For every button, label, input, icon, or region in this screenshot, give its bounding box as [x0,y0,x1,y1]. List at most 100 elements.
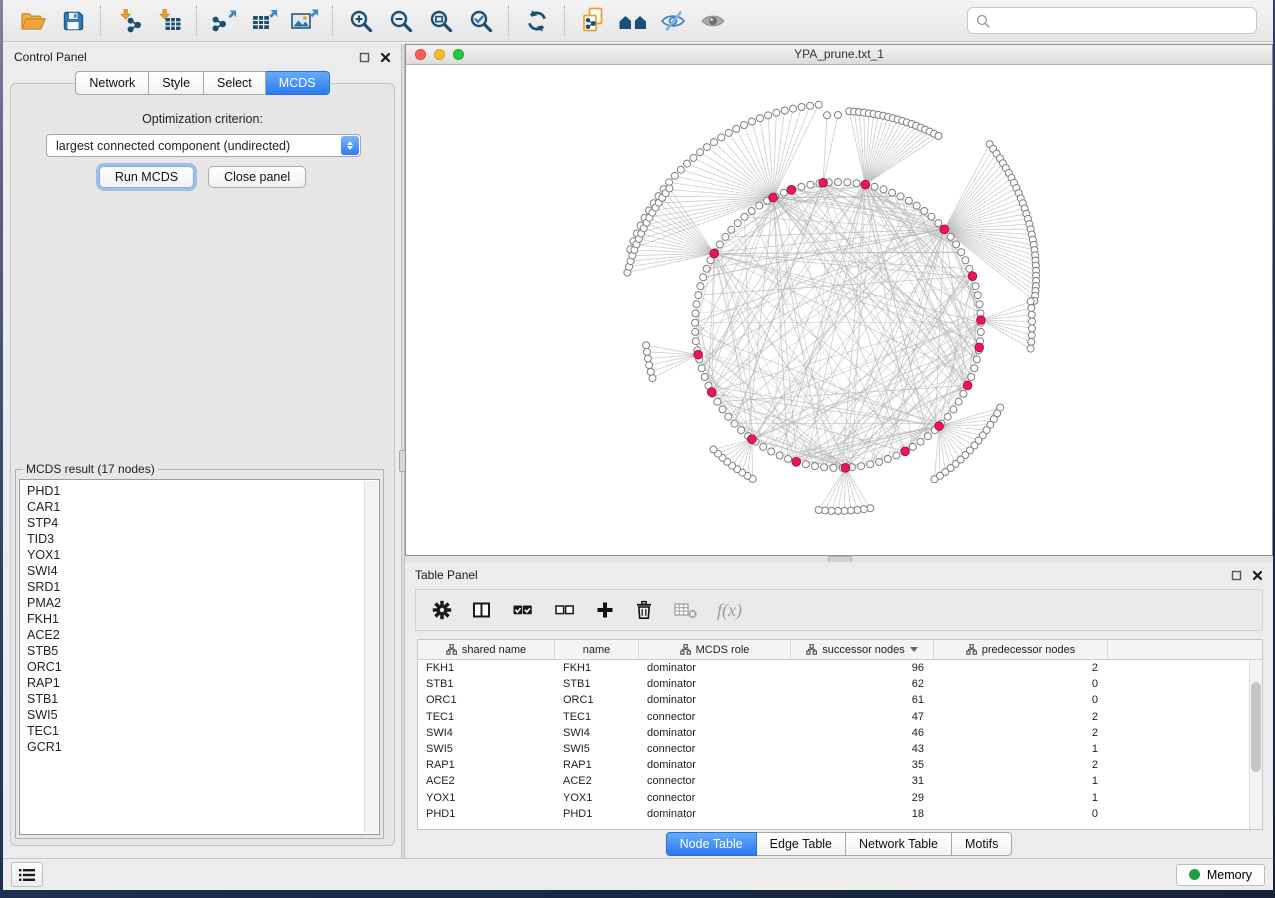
column-header-name[interactable]: name [555,640,639,659]
duplicate-network-button[interactable] [573,4,613,38]
network-node[interactable] [924,433,931,440]
network-node[interactable] [973,356,980,363]
network-node[interactable] [693,301,700,308]
network-node[interactable] [690,154,697,161]
network-node[interactable] [781,107,788,114]
network-node[interactable] [692,328,699,335]
network-node[interactable] [950,406,957,413]
mcds-result-item[interactable]: PHD1 [27,483,379,499]
dominator-node[interactable] [968,272,977,281]
network-node[interactable] [647,368,654,375]
network-node[interactable] [884,456,891,463]
deselect-all-icon[interactable] [553,600,576,620]
maximize-window-icon[interactable] [453,49,464,60]
network-node[interactable] [876,459,883,466]
column-header-shared-name[interactable]: shared name [418,640,555,659]
mcds-result-item[interactable]: PMA2 [27,595,379,611]
float-panel-icon[interactable] [359,52,370,63]
mcds-result-item[interactable]: RAP1 [27,675,379,691]
network-node[interactable] [700,274,707,281]
network-node[interactable] [643,348,650,355]
network-node[interactable] [1027,345,1034,352]
network-node[interactable] [909,443,916,450]
network-node[interactable] [917,438,924,445]
first-neighbors-button[interactable] [613,4,653,38]
search-input[interactable] [996,13,1248,29]
network-node[interactable] [671,172,678,179]
zoom-out-button[interactable] [381,4,421,38]
table-row[interactable]: PHD1PHD1dominator180 [418,806,1262,822]
network-node[interactable] [719,406,726,413]
network-node[interactable] [1027,298,1034,305]
import-network-button[interactable] [109,4,149,38]
network-node[interactable] [931,476,938,483]
network-node[interactable] [913,202,920,209]
network-node[interactable] [1028,311,1035,318]
network-node[interactable] [841,507,848,514]
network-node[interactable] [968,374,975,381]
network-node[interactable] [725,413,732,420]
network-node[interactable] [867,461,874,468]
export-image-button[interactable] [285,4,325,38]
network-node[interactable] [835,508,842,515]
network-node[interactable] [780,189,787,196]
network-node[interactable] [703,144,710,151]
network-node[interactable] [698,365,705,372]
mcds-result-item[interactable]: CAR1 [27,499,379,515]
network-node[interactable] [972,283,979,290]
network-node[interactable] [741,122,748,129]
dominator-node[interactable] [707,388,716,397]
export-table-button[interactable] [245,4,285,38]
network-node[interactable] [722,233,729,240]
network-node[interactable] [958,249,965,256]
open-file-button[interactable] [13,4,53,38]
network-node[interactable] [889,189,896,196]
dominator-node[interactable] [710,249,719,258]
settings-icon[interactable] [432,600,452,620]
network-node[interactable] [646,362,653,369]
minimize-window-icon[interactable] [434,49,445,60]
tab-mcds[interactable]: MCDS [266,71,330,95]
column-header-predecessor-nodes[interactable]: predecessor nodes [934,640,1108,659]
network-node[interactable] [867,505,874,512]
mcds-result-item[interactable]: ACE2 [27,627,379,643]
network-node[interactable] [748,118,755,125]
network-node[interactable] [677,166,684,173]
mcds-result-list[interactable]: PHD1CAR1STP4TID3YOX1SWI4SRD1PMA2FKH1ACE2… [19,479,380,835]
table-row[interactable]: YOX1YOX1connector291 [418,790,1262,806]
network-node[interactable] [935,133,942,140]
save-session-button[interactable] [53,4,93,38]
network-node[interactable] [748,208,755,215]
network-node[interactable] [807,102,814,109]
float-panel-icon[interactable] [1231,570,1242,581]
network-node[interactable] [697,149,704,156]
network-node[interactable] [815,507,822,514]
run-mcds-button[interactable]: Run MCDS [99,166,194,188]
columns-icon[interactable] [471,600,492,620]
network-node[interactable] [725,129,732,136]
import-table-button[interactable] [149,4,189,38]
tab-select[interactable]: Select [204,71,266,95]
network-node[interactable] [703,265,710,272]
network-node[interactable] [733,125,740,132]
table-row[interactable]: STB1STB1dominator620 [418,676,1262,692]
network-node[interactable] [815,101,822,108]
network-node[interactable] [684,160,691,167]
network-node[interactable] [692,338,699,345]
network-node[interactable] [790,105,797,112]
dominator-node[interactable] [694,350,703,359]
dominator-node[interactable] [901,447,910,456]
network-node[interactable] [776,452,783,459]
criterion-dropdown[interactable]: largest connected component (undirected) [46,134,361,157]
select-all-icon[interactable] [511,600,534,620]
table-row[interactable]: SWI5SWI5connector431 [418,741,1262,757]
network-node[interactable] [643,342,650,349]
mcds-result-item[interactable]: ORC1 [27,659,379,675]
network-node[interactable] [893,452,900,459]
dominator-node[interactable] [963,381,972,390]
network-node[interactable] [821,464,828,471]
network-node[interactable] [811,463,818,470]
network-node[interactable] [738,427,745,434]
network-node[interactable] [692,310,699,317]
mcds-result-item[interactable]: SRD1 [27,579,379,595]
